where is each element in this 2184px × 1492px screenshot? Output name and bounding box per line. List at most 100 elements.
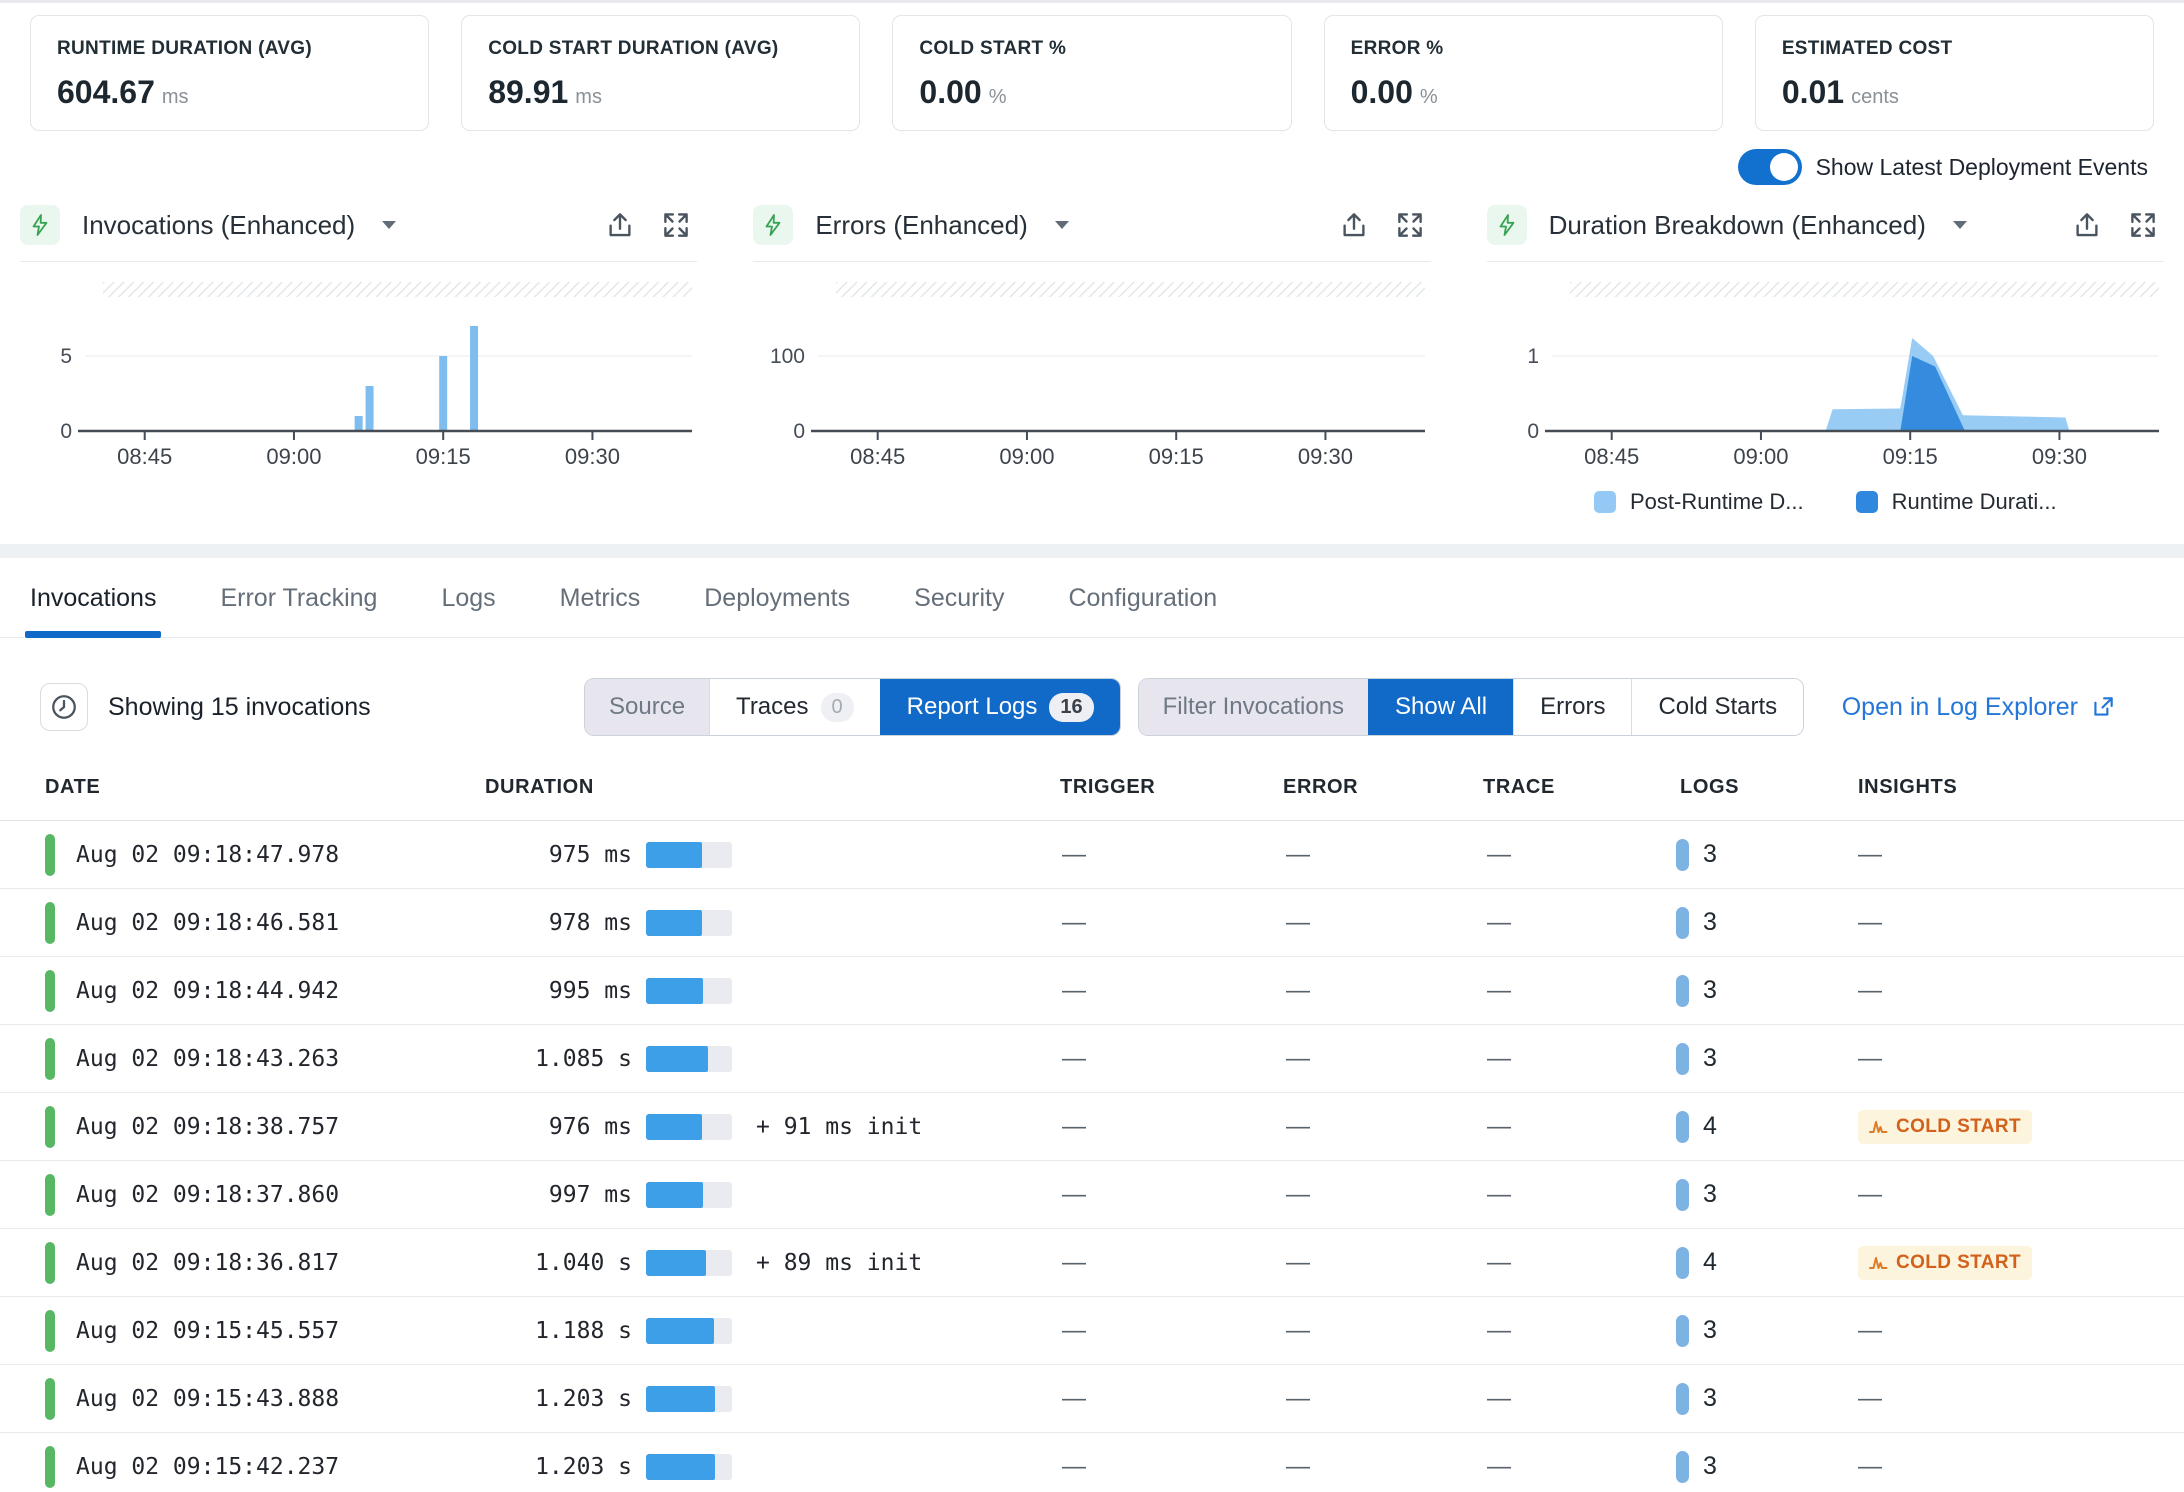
insights-cell: COLD START xyxy=(1858,1093,2032,1160)
chart-plot-errors-enhanced[interactable]: 100008:4509:0009:1509:30 xyxy=(753,266,1430,482)
caret-down-icon[interactable] xyxy=(381,220,397,230)
invocation-bar xyxy=(366,386,374,431)
table-row[interactable]: Aug 02 09:18:36.8171.040 s+ 89 ms init——… xyxy=(0,1229,2184,1297)
tab-security[interactable]: Security xyxy=(914,584,1004,637)
deployment-events-toggle[interactable] xyxy=(1738,149,1802,185)
history-clock-button[interactable] xyxy=(40,683,88,731)
table-row[interactable]: Aug 02 09:18:38.757976 ms+ 91 ms init———… xyxy=(0,1093,2184,1161)
logs-cell[interactable]: 3 xyxy=(1676,957,1717,1024)
duration-bar xyxy=(646,1229,732,1296)
caret-down-icon[interactable] xyxy=(1952,220,1968,230)
logs-cell[interactable]: 4 xyxy=(1676,1093,1717,1160)
trace-cell: — xyxy=(1487,1297,1511,1364)
column-header-date: DATE xyxy=(45,776,100,799)
tab-metrics[interactable]: Metrics xyxy=(560,584,641,637)
export-chart-button[interactable] xyxy=(605,210,635,240)
logs-cell[interactable]: 3 xyxy=(1676,889,1717,956)
chart-title-dropdown[interactable] xyxy=(1952,220,1968,230)
logs-cell[interactable]: 3 xyxy=(1676,1433,1717,1492)
stat-value: 0.00 xyxy=(1351,74,1413,111)
logs-cell[interactable]: 3 xyxy=(1676,821,1717,888)
table-row[interactable]: Aug 02 09:18:46.581978 ms———3— xyxy=(0,889,2184,957)
empty-value-dash: — xyxy=(1487,1249,1511,1277)
table-row[interactable]: Aug 02 09:18:43.2631.085 s———3— xyxy=(0,1025,2184,1093)
date-cell: Aug 02 09:15:45.557 xyxy=(76,1297,339,1364)
duration-value: 1.203 s xyxy=(430,1433,632,1492)
empty-value-dash: — xyxy=(1062,977,1086,1005)
logs-count: 3 xyxy=(1703,1384,1717,1413)
stat-label: RUNTIME DURATION (AVG) xyxy=(57,38,402,60)
bolt-icon xyxy=(761,213,785,237)
table-row[interactable]: Aug 02 09:18:47.978975 ms———3— xyxy=(0,821,2184,889)
stats-row: RUNTIME DURATION (AVG)604.67msCOLD START… xyxy=(30,15,2154,131)
trace-cell: — xyxy=(1487,889,1511,956)
status-strip xyxy=(45,834,55,876)
chart-title-dropdown[interactable] xyxy=(1054,220,1070,230)
export-chart-button[interactable] xyxy=(2072,210,2102,240)
empty-value-dash: — xyxy=(1286,977,1310,1005)
expand-chart-button[interactable] xyxy=(2128,210,2158,240)
logs-cell[interactable]: 4 xyxy=(1676,1229,1717,1296)
status-strip xyxy=(45,1174,55,1216)
trigger-cell: — xyxy=(1062,1025,1086,1092)
table-row[interactable]: Aug 02 09:15:45.5571.188 s———3— xyxy=(0,1297,2184,1365)
trigger-cell: — xyxy=(1062,1229,1086,1296)
tab-error-tracking[interactable]: Error Tracking xyxy=(220,584,377,637)
legend-item-runtime-durati[interactable]: Runtime Durati... xyxy=(1856,489,2057,515)
legend-item-post-runtime-d[interactable]: Post-Runtime D... xyxy=(1594,489,1804,515)
svg-text:09:30: 09:30 xyxy=(565,444,620,469)
table-row[interactable]: Aug 02 09:18:44.942995 ms———3— xyxy=(0,957,2184,1025)
logs-pill-icon xyxy=(1676,1179,1689,1211)
cold-start-badge[interactable]: COLD START xyxy=(1858,1110,2032,1144)
table-row[interactable]: Aug 02 09:15:43.8881.203 s———3— xyxy=(0,1365,2184,1433)
tab-deployments[interactable]: Deployments xyxy=(704,584,850,637)
cold-start-label: COLD START xyxy=(1896,1252,2021,1274)
logs-cell[interactable]: 3 xyxy=(1676,1365,1717,1432)
chart-panel-errors-enhanced: Errors (Enhanced)100008:4509:0009:1509:3… xyxy=(753,201,1430,520)
invocation-filter-label: Filter Invocations xyxy=(1139,679,1368,735)
invocation-filter-option-show-all[interactable]: Show All xyxy=(1368,679,1513,735)
logs-cell[interactable]: 3 xyxy=(1676,1025,1717,1092)
table-row[interactable]: Aug 02 09:15:42.2371.203 s———3— xyxy=(0,1433,2184,1492)
status-strip xyxy=(45,902,55,944)
duration-bar xyxy=(646,821,732,888)
expand-chart-button[interactable] xyxy=(661,210,691,240)
status-indicator xyxy=(45,821,55,888)
column-header-error: ERROR xyxy=(1283,776,1358,799)
svg-text:09:30: 09:30 xyxy=(1298,444,1353,469)
caret-down-icon[interactable] xyxy=(1054,220,1070,230)
insights-cell: — xyxy=(1858,1025,1882,1092)
expand-chart-button[interactable] xyxy=(1395,210,1425,240)
logs-count: 3 xyxy=(1703,976,1717,1005)
cold-start-badge[interactable]: COLD START xyxy=(1858,1246,2032,1280)
logs-count: 4 xyxy=(1703,1112,1717,1141)
invocation-filter-option-errors[interactable]: Errors xyxy=(1513,679,1631,735)
legend-label: Post-Runtime D... xyxy=(1630,489,1804,515)
logs-cell[interactable]: 3 xyxy=(1676,1161,1717,1228)
export-icon xyxy=(2072,210,2102,240)
export-chart-button[interactable] xyxy=(1339,210,1369,240)
external-link-icon xyxy=(2090,694,2116,720)
empty-value-dash: — xyxy=(1286,1317,1310,1345)
empty-value-dash: — xyxy=(1286,1453,1310,1481)
empty-value-dash: — xyxy=(1858,1453,1882,1481)
chart-title-dropdown[interactable] xyxy=(381,220,397,230)
duration-value: 1.188 s xyxy=(430,1297,632,1364)
empty-value-dash: — xyxy=(1286,1249,1310,1277)
chart-plot-invocations-enhanced[interactable]: 5008:4509:0009:1509:30 xyxy=(20,266,697,482)
trigger-cell: — xyxy=(1062,1161,1086,1228)
tab-configuration[interactable]: Configuration xyxy=(1068,584,1217,637)
table-row[interactable]: Aug 02 09:18:37.860997 ms———3— xyxy=(0,1161,2184,1229)
source-toggle-option-traces[interactable]: Traces0 xyxy=(709,679,880,735)
empty-value-dash: — xyxy=(1286,1113,1310,1141)
logs-cell[interactable]: 3 xyxy=(1676,1297,1717,1364)
invocation-filter-option-cold-starts[interactable]: Cold Starts xyxy=(1631,679,1803,735)
chart-plot-duration-breakdown-enhanced[interactable]: 1008:4509:0009:1509:30 xyxy=(1487,266,2164,482)
open-log-explorer-link[interactable]: Open in Log Explorer xyxy=(1842,693,2116,722)
tab-invocations[interactable]: Invocations xyxy=(30,584,156,637)
source-toggle-option-report-logs[interactable]: Report Logs16 xyxy=(880,679,1120,735)
tab-logs[interactable]: Logs xyxy=(441,584,495,637)
logs-pill-icon xyxy=(1676,1043,1689,1075)
svg-text:09:15: 09:15 xyxy=(416,444,471,469)
empty-value-dash: — xyxy=(1858,977,1882,1005)
